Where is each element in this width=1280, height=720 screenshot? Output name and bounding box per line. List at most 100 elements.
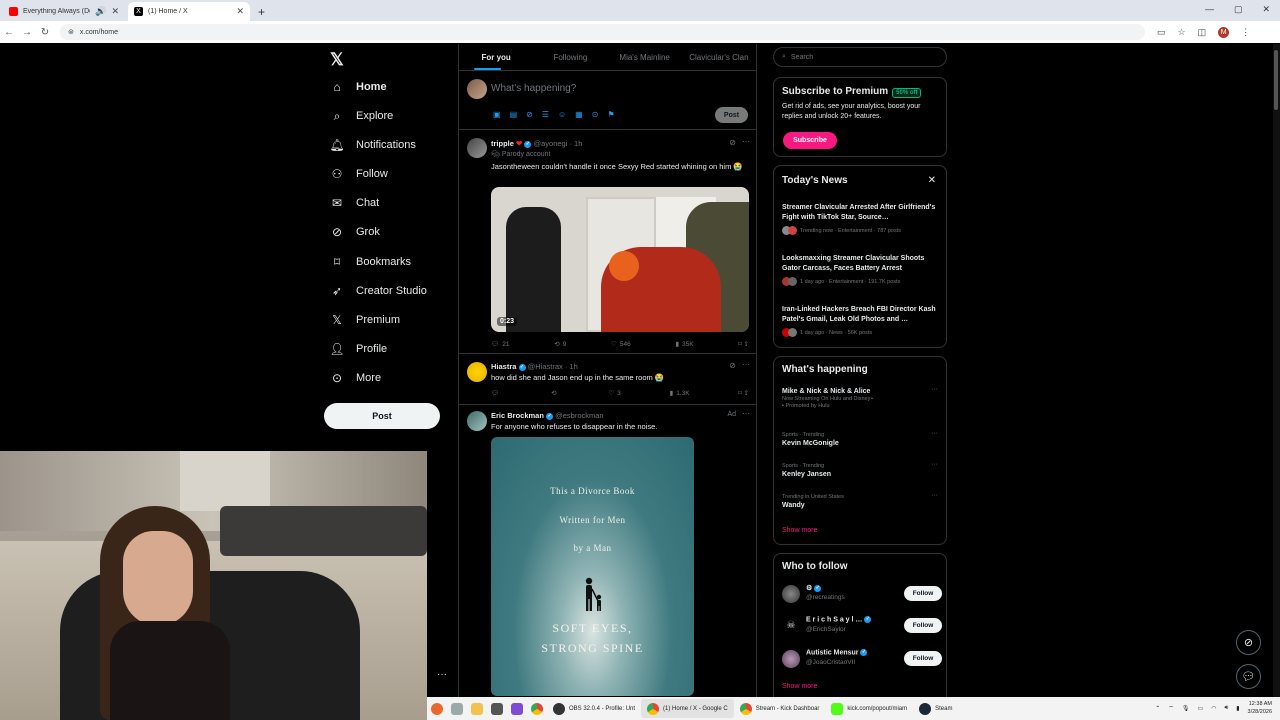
chevron-up-icon[interactable]: ⌃ (1155, 705, 1160, 712)
taskbar-app-kick-dashboard[interactable]: Stream - Kick Dashboar (734, 699, 826, 718)
mic-icon[interactable]: 🎙︎ (1182, 705, 1190, 712)
repost-button[interactable]: ⟲ (551, 389, 559, 397)
nav-chat[interactable]: ✉ Chat (330, 196, 379, 210)
sidepanel-icon[interactable]: ◫ (1198, 27, 1207, 38)
tweet-author[interactable]: Eric Brockman ✓ @esbrockman (491, 411, 604, 420)
compose-input[interactable]: What's happening? (491, 83, 576, 94)
avatar[interactable] (467, 138, 487, 158)
views-button[interactable]: ▮ 35K (675, 340, 693, 349)
tab-following[interactable]: Following (533, 44, 607, 70)
clock[interactable]: 12:38 AM 3/28/2026 (1248, 700, 1272, 716)
nav-premium[interactable]: 𝕏 Premium (330, 313, 400, 327)
folder-icon[interactable] (471, 702, 483, 715)
trend-item[interactable]: Sports · Trending Kevin McGonigle (782, 432, 942, 447)
url-input[interactable]: ⊜ x.com/home (60, 24, 1145, 40)
repost-button[interactable]: ⟲ 9 (554, 340, 566, 349)
close-window-icon[interactable]: ✕ (1262, 4, 1270, 15)
menu-icon[interactable]: ⋮ (1241, 27, 1250, 38)
taskbar-app-kick-popout[interactable]: kick.com/popout/miam (825, 699, 913, 718)
subscribe-button[interactable]: Subscribe (783, 132, 837, 149)
back-icon[interactable]: ← (0, 27, 18, 38)
trend-item[interactable]: Mike & Nick & Nick & Alice Now Streaming… (782, 388, 942, 409)
store-icon[interactable] (491, 702, 503, 715)
search-input[interactable]: ⌕ Search (773, 47, 947, 67)
tab-for-you[interactable]: For you (459, 44, 533, 70)
book-cover-image[interactable]: This a Divorce Book Written for Men by a… (491, 437, 694, 696)
x-logo[interactable]: 𝕏 (330, 50, 344, 70)
profile-avatar[interactable]: M (1218, 26, 1230, 38)
tab-mias-mainline[interactable]: Mia's Mainline (608, 44, 682, 70)
tweet-author[interactable]: tripple ❤ ✓ @ayonegi · 1h (491, 139, 582, 148)
like-button[interactable]: ♡ 546 (611, 340, 631, 349)
follow-button[interactable]: Follow (904, 618, 942, 633)
star-icon[interactable]: ☆ (1178, 27, 1186, 38)
bookmark-icon[interactable]: ⌑ ⇪ (738, 340, 749, 348)
tweet-ad[interactable]: Eric Brockman ✓ @esbrockman Ad ··· For a… (459, 405, 756, 697)
reply-button[interactable]: 💬︎ (491, 389, 502, 397)
like-button[interactable]: ♡ 3 (608, 389, 620, 398)
image-icon[interactable]: ▣ (493, 110, 501, 119)
minimize-icon[interactable]: — (1205, 4, 1214, 15)
tab-clavicular-clan[interactable]: Clavicular's Clan (682, 44, 756, 70)
file-icon[interactable] (451, 702, 463, 715)
more-icon[interactable]: ··· (931, 492, 938, 499)
nav-grok[interactable]: ⊘ Grok (330, 225, 380, 239)
forward-icon[interactable]: → (18, 27, 36, 38)
more-dots-icon[interactable]: ··· (437, 669, 447, 680)
nav-more[interactable]: ⊙ More (330, 371, 381, 385)
show-more-link[interactable]: Show more (782, 683, 817, 690)
grok-icon[interactable]: ⊘ (729, 361, 736, 370)
restore-icon[interactable]: ▢ (1234, 4, 1243, 15)
trend-item[interactable]: Sports · Trending Kenley Jansen (782, 463, 942, 478)
network-icon[interactable]: ⌔ (1168, 704, 1174, 712)
grok-icon[interactable]: ⊘ (729, 138, 736, 147)
tweet-author[interactable]: Hiastra ✓ @Hiastrax · 1h (491, 362, 578, 371)
news-item[interactable]: Iran-Linked Hackers Breach FBI Director … (782, 305, 942, 337)
poll-icon[interactable]: ☰ (542, 110, 549, 119)
nav-explore[interactable]: ⌕ Explore (330, 109, 394, 123)
follow-suggestion[interactable]: Autistic Mensur ✓ @JoaoCristaoVII Follow (782, 648, 942, 670)
taskbar-app-obs[interactable]: OBS 32.0.4 - Profile: Unt (547, 699, 641, 718)
site-info-icon[interactable]: ⊜ (68, 28, 74, 36)
avatar[interactable] (467, 411, 487, 431)
close-icon[interactable]: ✕ (928, 175, 936, 186)
more-icon[interactable]: ··· (931, 430, 938, 437)
scrollbar[interactable] (1273, 44, 1280, 697)
nav-home[interactable]: ⌂ Home (330, 80, 386, 94)
nav-bookmarks[interactable]: ⌑ Bookmarks (330, 255, 411, 269)
tweet-video[interactable]: 0:23 (491, 187, 749, 332)
grok-icon[interactable]: ⊘ (526, 110, 533, 119)
news-item[interactable]: Looksmaxxing Streamer Clavicular Shoots … (782, 254, 942, 286)
emoji-icon[interactable]: ☺ (558, 110, 566, 119)
more-icon[interactable]: ··· (931, 461, 938, 468)
nav-creator-studio[interactable]: ➶ Creator Studio (330, 284, 427, 298)
close-icon[interactable]: ✕ (111, 6, 119, 17)
avatar[interactable] (467, 362, 487, 382)
app-icon[interactable] (431, 702, 443, 715)
location-icon[interactable]: ⊙ (592, 110, 599, 119)
close-icon[interactable]: ✕ (236, 6, 244, 17)
discord-icon[interactable] (511, 702, 523, 715)
schedule-icon[interactable]: ▦ (575, 110, 583, 119)
follow-suggestion[interactable]: ☠ E r i c h S a y l … ✓ @ErichSaylor Fol… (782, 615, 942, 637)
taskbar-app-chrome-x[interactable]: (1) Home / X - Google C (641, 699, 734, 718)
views-button[interactable]: ▮ 1.3K (670, 389, 690, 398)
battery-icon[interactable]: ▮ (1236, 705, 1239, 712)
volume-icon[interactable]: 🔊︎ (1224, 705, 1228, 712)
speaker-icon[interactable]: 🔊 (95, 6, 106, 17)
trend-item[interactable]: Trending in United States Wandy (782, 494, 942, 509)
avatar[interactable]: ☠ (782, 617, 800, 635)
grok-float-icon[interactable]: ⊘ (1236, 630, 1261, 655)
nav-profile[interactable]: 👤︎ Profile (329, 342, 387, 356)
avatar[interactable] (467, 79, 487, 99)
follow-button[interactable]: Follow (904, 586, 942, 601)
avatar[interactable] (782, 650, 800, 668)
scrollbar-thumb[interactable] (1274, 50, 1278, 110)
avatar[interactable] (782, 585, 800, 603)
compose-post-button[interactable]: Post (715, 107, 748, 123)
taskbar-app-steam[interactable]: Steam (913, 699, 958, 718)
new-tab-button[interactable]: + (258, 5, 265, 21)
post-button[interactable]: Post (324, 403, 440, 429)
browser-tab-youtube[interactable]: Everything Always (Dom Do 🔊 ✕ (3, 2, 125, 21)
more-icon[interactable]: ··· (742, 360, 750, 369)
